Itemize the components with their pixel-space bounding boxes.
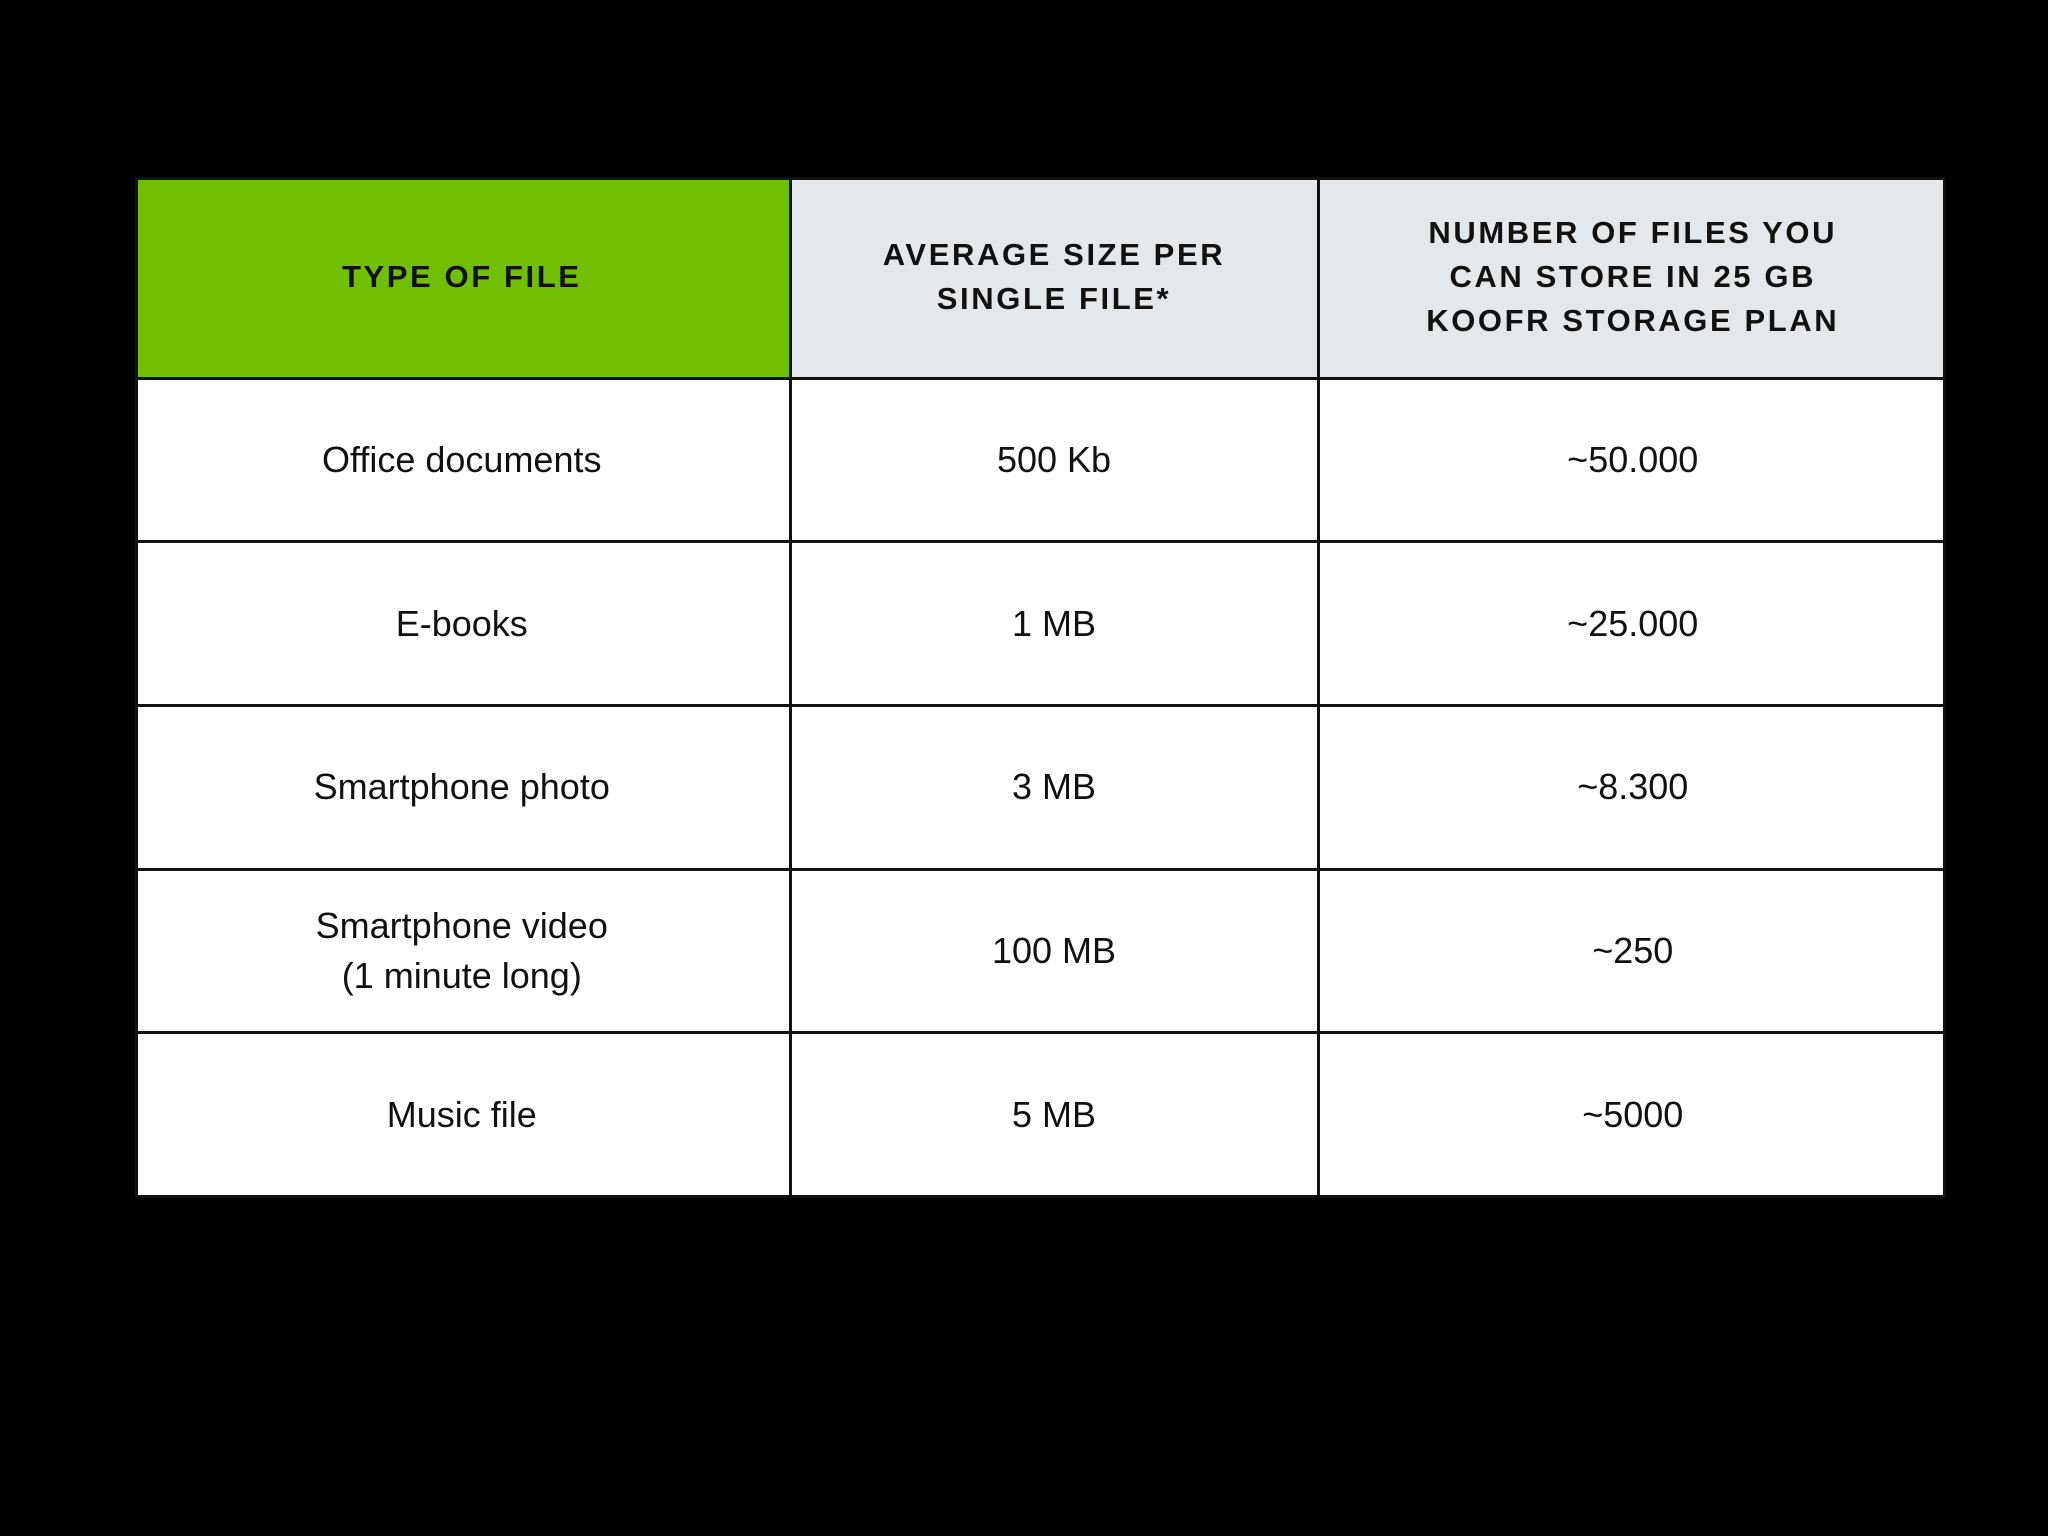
column-header-number-of-files-line-2: CAN STORE IN 25 GB [1449, 258, 1817, 294]
cell-file-type: Music file [135, 1031, 792, 1198]
table-frame-top-rule [135, 177, 1946, 180]
cell-file-type: E-books [135, 540, 792, 706]
table-row: Smartphone video (1 minute long) 100 MB … [135, 867, 1946, 1033]
header-row: TYPE OF FILE AVERAGE SIZE PER SINGLE FIL… [135, 177, 1946, 378]
storage-comparison-table: TYPE OF FILE AVERAGE SIZE PER SINGLE FIL… [135, 177, 1946, 1198]
cell-average-size: 1 MB [790, 540, 1320, 706]
cell-average-size: 500 Kb [790, 376, 1320, 542]
cell-average-size-value: 500 Kb [996, 439, 1112, 480]
cell-number-of-files: ~50.000 [1318, 376, 1946, 542]
page-canvas: TYPE OF FILE AVERAGE SIZE PER SINGLE FIL… [0, 0, 2048, 1536]
cell-average-size: 3 MB [790, 703, 1320, 870]
cell-number-of-files: ~8.300 [1318, 703, 1946, 870]
cell-file-type-line-1: Smartphone photo [313, 766, 610, 808]
table-header: TYPE OF FILE AVERAGE SIZE PER SINGLE FIL… [135, 177, 1946, 378]
column-header-type-of-file: TYPE OF FILE [135, 177, 792, 378]
cell-file-type: Smartphone video (1 minute long) [135, 867, 792, 1033]
column-header-average-size-line-1: AVERAGE SIZE PER [882, 236, 1226, 272]
table-frame-right-rule [1943, 177, 1946, 1198]
cell-average-size-value: 1 MB [1011, 602, 1097, 644]
column-header-type-of-file-line-1: TYPE OF FILE [341, 258, 582, 294]
table-body: Office documents 500 Kb ~50.000 E-books … [135, 376, 1946, 1198]
cell-file-type: Office documents [135, 376, 792, 542]
cell-number-of-files-value: ~25.000 [1567, 602, 1699, 644]
cell-number-of-files: ~250 [1318, 867, 1946, 1033]
cell-file-type-line-1: Music file [386, 1093, 537, 1135]
cell-average-size-value: 3 MB [1011, 766, 1097, 808]
table-row: Smartphone photo 3 MB ~8.300 [135, 703, 1946, 870]
cell-file-type-line-1: E-books [395, 602, 528, 644]
column-header-number-of-files: NUMBER OF FILES YOU CAN STORE IN 25 GB K… [1318, 177, 1946, 378]
cell-file-type: Smartphone photo [135, 703, 792, 870]
cell-number-of-files: ~25.000 [1318, 540, 1946, 706]
cell-file-type-line-2: (1 minute long) [341, 954, 582, 996]
cell-average-size-value: 5 MB [1011, 1093, 1097, 1135]
cell-number-of-files-value: ~5000 [1582, 1093, 1684, 1135]
cell-number-of-files: ~5000 [1318, 1031, 1946, 1198]
cell-number-of-files-value: ~250 [1592, 930, 1674, 972]
cell-file-type-line-1: Smartphone video [315, 905, 608, 947]
cell-file-type-line-1: Office documents [322, 439, 602, 480]
column-header-number-of-files-line-1: NUMBER OF FILES YOU [1428, 214, 1838, 250]
table-row: Office documents 500 Kb ~50.000 [135, 376, 1946, 542]
table-row: Music file 5 MB ~5000 [135, 1031, 1946, 1198]
table-row: E-books 1 MB ~25.000 [135, 540, 1946, 706]
cell-number-of-files-value: ~8.300 [1577, 766, 1689, 808]
column-header-number-of-files-line-3: KOOFR STORAGE PLAN [1426, 302, 1840, 338]
column-header-average-size-line-2: SINGLE FILE* [936, 280, 1172, 316]
cell-number-of-files-value: ~50.000 [1567, 439, 1699, 480]
column-header-average-size: AVERAGE SIZE PER SINGLE FILE* [790, 177, 1320, 378]
table-frame-left-rule [135, 177, 138, 1198]
cell-average-size-value: 100 MB [991, 930, 1117, 972]
cell-average-size: 5 MB [790, 1031, 1320, 1198]
storage-comparison-table-container: TYPE OF FILE AVERAGE SIZE PER SINGLE FIL… [135, 177, 1946, 1198]
cell-average-size: 100 MB [790, 867, 1320, 1033]
